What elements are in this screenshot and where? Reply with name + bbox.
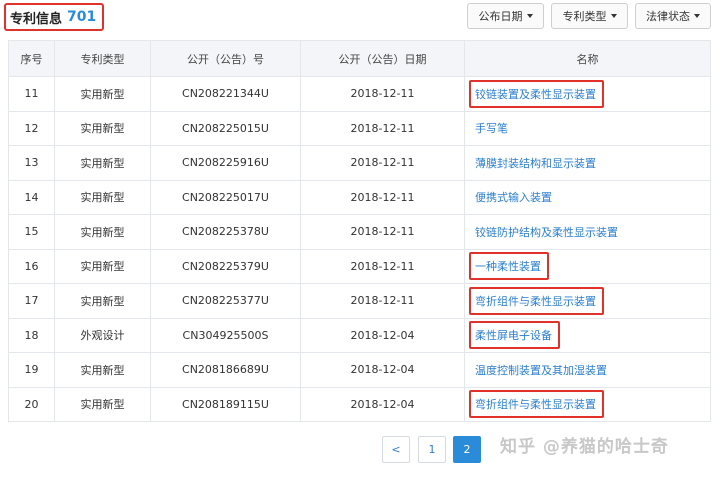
caret-down-icon	[526, 14, 533, 18]
title-label: 专利信息	[10, 11, 63, 27]
cell-name: 温度控制装置及其加湿装置	[464, 352, 711, 388]
cell-patent-type: 外观设计	[54, 317, 151, 353]
cell-patent-type: 实用新型	[54, 145, 151, 181]
cell-name: 柔性屏电子设备	[464, 317, 711, 353]
cell-name: 便携式输入装置	[464, 179, 711, 215]
patent-name-link[interactable]: 柔性屏电子设备	[469, 321, 560, 350]
filter-legal-status-button[interactable]: 法律状态	[635, 3, 711, 29]
table-row: 16 实用新型 CN208225379U 2018-12-11 一种柔性装置	[8, 248, 711, 284]
page-button-2[interactable]: 2	[453, 436, 481, 463]
patent-name-link[interactable]: 便携式输入装置	[475, 191, 552, 204]
cell-patent-type: 实用新型	[54, 248, 151, 284]
cell-publication-number: CN208225378U	[150, 214, 301, 250]
cell-serial: 19	[8, 352, 55, 388]
cell-patent-type: 实用新型	[54, 352, 151, 388]
cell-name: 一种柔性装置	[464, 248, 711, 284]
cell-name: 弯折组件与柔性显示装置	[464, 386, 711, 422]
cell-publication-number: CN208225377U	[150, 283, 301, 319]
cell-serial: 13	[8, 145, 55, 181]
filter-legal-status-label: 法律状态	[646, 10, 690, 23]
cell-publication-number: CN208225379U	[150, 248, 301, 284]
cell-serial: 14	[8, 179, 55, 215]
cell-name: 薄膜封装结构和显示装置	[464, 145, 711, 181]
cell-publication-date: 2018-12-11	[300, 110, 465, 146]
cell-publication-number: CN208225017U	[150, 179, 301, 215]
cell-publication-date: 2018-12-11	[300, 283, 465, 319]
cell-patent-type: 实用新型	[54, 214, 151, 250]
cell-publication-date: 2018-12-11	[300, 76, 465, 112]
header-patent-type: 专利类型	[54, 40, 151, 77]
cell-publication-date: 2018-12-11	[300, 214, 465, 250]
patent-name-link[interactable]: 一种柔性装置	[469, 252, 549, 281]
cell-serial: 18	[8, 317, 55, 353]
table-row: 13 实用新型 CN208225916U 2018-12-11 薄膜封装结构和显示装置	[8, 145, 711, 181]
header-name: 名称	[464, 40, 711, 77]
cell-name: 手写笔	[464, 110, 711, 146]
cell-publication-number: CN208189115U	[150, 386, 301, 422]
table-row: 14 实用新型 CN208225017U 2018-12-11 便携式输入装置	[8, 179, 711, 215]
table-row: 11 实用新型 CN208221344U 2018-12-11 铰链装置及柔性显示装置	[8, 76, 711, 112]
patent-name-link[interactable]: 手写笔	[475, 122, 508, 135]
patent-name-link[interactable]: 弯折组件与柔性显示装置	[469, 286, 604, 315]
cell-serial: 11	[8, 76, 55, 112]
cell-serial: 17	[8, 283, 55, 319]
cell-publication-number: CN208225916U	[150, 145, 301, 181]
table-row: 15 实用新型 CN208225378U 2018-12-11 铰链防护结构及柔性显示装…	[8, 214, 711, 250]
cell-name: 铰链防护结构及柔性显示装置	[464, 214, 711, 250]
cell-serial: 16	[8, 248, 55, 284]
cell-serial: 20	[8, 386, 55, 422]
cell-serial: 15	[8, 214, 55, 250]
header-publication-date: 公开（公告）日期	[300, 40, 465, 77]
cell-publication-date: 2018-12-04	[300, 317, 465, 353]
patent-name-link[interactable]: 温度控制装置及其加湿装置	[475, 364, 607, 377]
cell-patent-type: 实用新型	[54, 283, 151, 319]
cell-publication-date: 2018-12-11	[300, 248, 465, 284]
cell-publication-number: CN208225015U	[150, 110, 301, 146]
watermark: 知乎 @养猫的哈士奇	[500, 437, 669, 457]
filter-publish-date-label: 公布日期	[478, 10, 523, 23]
table-row: 12 实用新型 CN208225015U 2018-12-11 手写笔	[8, 110, 711, 146]
patent-info-title: 专利信息 701	[4, 3, 104, 31]
cell-serial: 12	[8, 110, 55, 146]
filter-patent-type-label: 专利类型	[562, 10, 607, 23]
patent-count: 701	[67, 9, 97, 25]
prev-page-button[interactable]: <	[382, 436, 410, 463]
caret-down-icon	[610, 14, 617, 18]
cell-publication-date: 2018-12-11	[300, 145, 465, 181]
header-serial: 序号	[8, 40, 55, 77]
cell-patent-type: 实用新型	[54, 76, 151, 112]
cell-patent-type: 实用新型	[54, 386, 151, 422]
cell-publication-date: 2018-12-04	[300, 352, 465, 388]
table-row: 17 实用新型 CN208225377U 2018-12-11 弯折组件与柔性显示装置	[8, 283, 711, 319]
table-row: 20 实用新型 CN208189115U 2018-12-04 弯折组件与柔性显示装置	[8, 386, 711, 422]
cell-publication-date: 2018-12-11	[300, 179, 465, 215]
filter-publish-date-button[interactable]: 公布日期	[467, 3, 544, 29]
cell-patent-type: 实用新型	[54, 179, 151, 215]
table-header-row: 序号 专利类型 公开（公告）号 公开（公告）日期 名称	[8, 40, 711, 77]
cell-publication-number: CN304925500S	[150, 317, 301, 353]
header-publication-number: 公开（公告）号	[150, 40, 301, 77]
cell-publication-number: CN208186689U	[150, 352, 301, 388]
cell-publication-number: CN208221344U	[150, 76, 301, 112]
cell-name: 弯折组件与柔性显示装置	[464, 283, 711, 319]
cell-publication-date: 2018-12-04	[300, 386, 465, 422]
patent-name-link[interactable]: 薄膜封装结构和显示装置	[475, 157, 596, 170]
patent-name-link[interactable]: 铰链装置及柔性显示装置	[469, 79, 604, 108]
table-row: 18 外观设计 CN304925500S 2018-12-04 柔性屏电子设备	[8, 317, 711, 353]
table-row: 19 实用新型 CN208186689U 2018-12-04 温度控制装置及其加湿装置	[8, 352, 711, 388]
patent-name-link[interactable]: 铰链防护结构及柔性显示装置	[475, 226, 618, 239]
patent-name-link[interactable]: 弯折组件与柔性显示装置	[469, 390, 604, 419]
caret-down-icon	[694, 14, 700, 18]
filter-patent-type-button[interactable]: 专利类型	[551, 3, 628, 29]
pagination: < 1 2	[382, 436, 481, 463]
patent-table: 序号 专利类型 公开（公告）号 公开（公告）日期 名称 11 实用新型 CN2082…	[8, 40, 711, 422]
cell-name: 铰链装置及柔性显示装置	[464, 76, 711, 112]
page-button-1[interactable]: 1	[418, 436, 446, 463]
cell-patent-type: 实用新型	[54, 110, 151, 146]
